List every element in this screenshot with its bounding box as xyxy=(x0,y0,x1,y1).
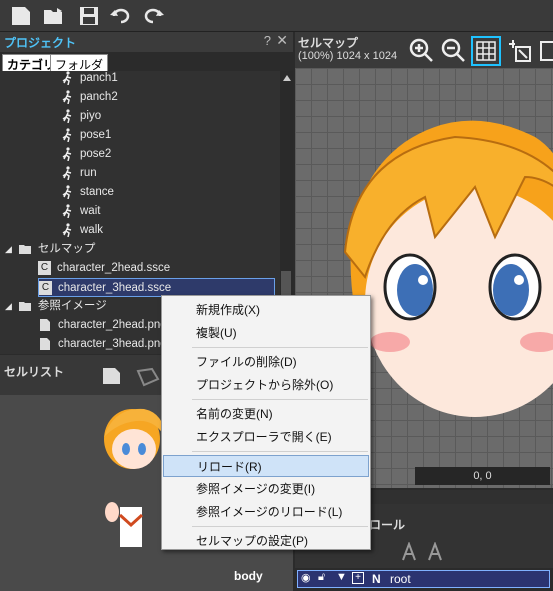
menu-item[interactable]: ファイルの削除(D) xyxy=(163,351,369,373)
cellmap-file-icon: C xyxy=(39,280,52,295)
parts-panel-title: ロール xyxy=(369,518,406,532)
scroll-up-icon[interactable] xyxy=(283,75,291,81)
menu-item[interactable]: プロジェクトから除外(O) xyxy=(163,374,369,396)
tree-item-label: stance xyxy=(80,186,114,198)
animation-icon xyxy=(62,90,72,104)
project-panel-header: プロジェクト ? ✕ xyxy=(0,32,293,52)
animation-icon xyxy=(62,204,72,218)
project-panel-title: プロジェクト xyxy=(4,36,77,50)
project-tabs: カテゴリ フォルダ xyxy=(0,52,293,72)
animation-icon xyxy=(62,109,72,123)
animation-icon xyxy=(62,166,72,180)
expand-triangle-icon[interactable]: ▼ xyxy=(336,571,347,583)
plus-box-icon[interactable]: + xyxy=(352,572,364,584)
undo-icon[interactable] xyxy=(108,3,134,29)
new-cell-icon[interactable] xyxy=(102,367,122,385)
menu-separator xyxy=(192,451,368,452)
zoom-in-icon[interactable] xyxy=(408,37,434,63)
new-file-icon[interactable] xyxy=(8,3,34,29)
tree-item-label: walk xyxy=(80,224,104,236)
close-icon[interactable]: ✕ xyxy=(276,32,288,49)
tree-item-animation[interactable]: walk xyxy=(60,221,103,240)
animation-icon xyxy=(62,185,72,199)
open-folder-icon[interactable] xyxy=(42,3,68,29)
tree-item-label: character_2head.ssce xyxy=(57,262,171,274)
animation-icon xyxy=(62,71,72,85)
menu-separator xyxy=(192,526,368,527)
visibility-eye-icon[interactable]: ◉ xyxy=(301,571,311,584)
tree-item-label: character_3head.ssce xyxy=(58,282,172,294)
tree-item-label: pose2 xyxy=(80,148,112,160)
tree-item-label: character_3head.png xyxy=(58,338,167,350)
tree-folder-cellmap[interactable]: ◢ セルマップ xyxy=(5,240,95,259)
menu-item[interactable]: セルマップの設定(P) xyxy=(163,530,369,552)
menu-item[interactable]: リロード(R) xyxy=(163,455,369,477)
tab-folder[interactable]: フォルダ xyxy=(50,54,109,72)
tree-item-label: panch1 xyxy=(80,72,118,84)
tree-item-label: piyo xyxy=(80,110,102,122)
more-tools-icon[interactable] xyxy=(539,40,553,62)
save-icon[interactable] xyxy=(76,3,102,29)
tree-item-animation[interactable]: panch2 xyxy=(60,88,118,107)
folder-icon xyxy=(18,301,31,311)
cellmap-info: (100%) 1024 x 1024 xyxy=(298,50,398,62)
cell-label: body xyxy=(234,569,263,583)
part-name: root xyxy=(390,572,411,586)
tree-item-label: character_2head.png xyxy=(58,319,167,331)
cell-select-icon[interactable] xyxy=(507,38,533,64)
menu-item[interactable]: 参照イメージのリロード(L) xyxy=(163,501,369,523)
menu-item[interactable]: 名前の変更(N) xyxy=(163,403,369,425)
tree-item-animation[interactable]: piyo xyxy=(60,107,101,126)
tree-item-animation[interactable]: panch1 xyxy=(60,71,118,88)
text-add-icon[interactable] xyxy=(399,542,419,562)
tree-item-animation[interactable]: pose2 xyxy=(60,145,111,164)
animation-icon xyxy=(62,147,72,161)
folder-label: 参照イメージ xyxy=(37,300,107,312)
lock-icon[interactable]: 🔓︎ xyxy=(318,571,325,584)
animation-icon xyxy=(62,223,72,237)
tree-item-animation[interactable]: wait xyxy=(60,202,100,221)
menu-item[interactable]: 新規作成(X) xyxy=(163,299,369,321)
animation-icon xyxy=(62,128,72,142)
image-file-icon xyxy=(40,318,50,331)
menu-item[interactable]: エクスプローラで開く(E) xyxy=(163,426,369,448)
menu-separator xyxy=(192,399,368,400)
cell-list-title: セルリスト xyxy=(4,365,65,379)
cellmap-title: セルマップ xyxy=(298,36,359,50)
tree-item-animation[interactable]: run xyxy=(60,164,97,183)
redo-icon[interactable] xyxy=(140,3,166,29)
tree-item-label: run xyxy=(80,167,97,179)
tree-item-label: panch2 xyxy=(80,91,118,103)
cellmap-file-icon: C xyxy=(38,260,51,275)
expand-triangle-icon[interactable]: ◢ xyxy=(5,301,12,311)
folder-label: セルマップ xyxy=(37,243,96,255)
tree-item-animation[interactable]: stance xyxy=(60,183,114,202)
part-flag: N xyxy=(372,572,381,586)
menu-item[interactable]: 複製(U) xyxy=(163,322,369,344)
image-file-icon xyxy=(40,337,50,350)
context-menu: 新規作成(X) 複製(U) ファイルの削除(D) プロジェクトから除外(O) 名前の変更… xyxy=(161,295,371,550)
coordinate-readout: 0, 0 xyxy=(415,467,550,485)
tree-item-label: pose1 xyxy=(80,129,112,141)
grid-toggle-icon[interactable] xyxy=(471,36,501,66)
tree-item-cellmap[interactable]: Ccharacter_2head.ssce xyxy=(38,259,170,278)
tree-folder-reference[interactable]: ◢ 参照イメージ xyxy=(5,297,107,316)
help-button[interactable]: ? xyxy=(264,33,271,48)
cellmap-header: セルマップ (100%) 1024 x 1024 xyxy=(295,32,553,68)
tree-item-reference[interactable]: character_3head.png xyxy=(38,335,167,354)
tree-item-animation[interactable]: pose1 xyxy=(60,126,111,145)
character-cell-image[interactable] xyxy=(100,397,170,557)
folder-icon xyxy=(18,244,31,254)
menu-item[interactable]: 参照イメージの変更(I) xyxy=(163,478,369,500)
delete-cell-icon[interactable] xyxy=(136,367,160,387)
expand-triangle-icon[interactable]: ◢ xyxy=(5,244,12,254)
tree-item-reference[interactable]: character_2head.png xyxy=(38,316,167,335)
text-rotate-icon[interactable] xyxy=(425,542,445,562)
zoom-out-icon[interactable] xyxy=(440,37,466,63)
part-row-root[interactable]: ◉ 🔓︎ ▼ + N root xyxy=(297,570,550,588)
tree-item-label: wait xyxy=(80,205,101,217)
menu-separator xyxy=(192,347,368,348)
main-toolbar xyxy=(0,0,553,32)
